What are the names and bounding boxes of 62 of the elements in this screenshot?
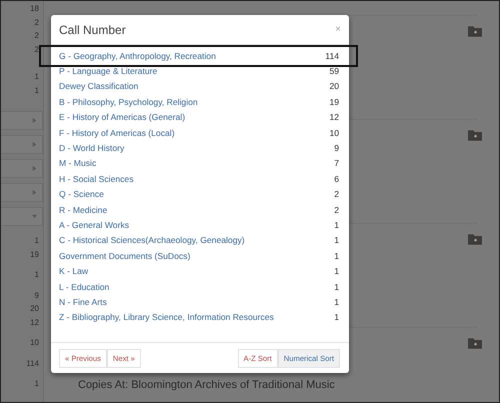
call-number-link[interactable]: A - General Works (59, 220, 130, 230)
result-count: 1 (334, 220, 339, 230)
result-count: 1 (334, 235, 339, 246)
result-count: 1 (334, 296, 339, 307)
result-count: 19 (329, 96, 339, 107)
facet-header[interactable] (1, 159, 43, 178)
result-count: 2 (334, 189, 339, 200)
call-number-link[interactable]: Q - Science (59, 189, 104, 200)
call-number-link[interactable]: Dewey Classification (59, 81, 138, 92)
folder-add-icon[interactable] (468, 337, 482, 349)
folder-add-icon[interactable] (468, 233, 482, 245)
facet-count: 20 (30, 303, 39, 315)
call-number-link[interactable]: C - Historical Sciences(Archaeology, Genealogy) (59, 235, 245, 246)
facet-count: 10 (30, 337, 39, 349)
facet-count: 19 (30, 248, 39, 260)
result-count: 7 (334, 158, 339, 168)
call-number-link[interactable]: K - Law (59, 266, 88, 276)
facet-count: 2 (34, 44, 39, 56)
facet-count: 2 (34, 16, 39, 28)
call-number-link[interactable]: N - Fine Arts (59, 296, 107, 307)
facet-count: 2 (34, 30, 39, 42)
facet-count: 1 (34, 71, 39, 83)
result-count: 2 (334, 204, 339, 215)
folder-add-icon[interactable] (468, 25, 482, 37)
facet-count: 1 (34, 378, 39, 390)
facet-header[interactable] (1, 135, 43, 154)
result-count: 12 (329, 112, 339, 122)
call-number-link[interactable]: H - Social Sciences (59, 174, 134, 184)
result-count: 6 (334, 174, 339, 184)
result-count: 1 (334, 282, 339, 292)
call-number-link[interactable]: Z - Bibliography, Library Science, Information Resources (59, 312, 274, 322)
facet-count: 114 (26, 358, 39, 370)
result-count: 20 (329, 81, 339, 92)
call-number-link[interactable]: R - Medicine (59, 204, 108, 215)
copies-location: Copies At: Bloomington Archives of Traditional Music (78, 379, 335, 391)
call-number-link[interactable]: B - Philosophy, Psychology, Religion (59, 96, 198, 107)
result-count: 59 (329, 66, 339, 76)
facet-count: 1 (34, 235, 39, 247)
call-number-link[interactable]: F - History of Americas (Local) (59, 128, 175, 138)
call-number-link[interactable]: M - Music (59, 158, 96, 168)
result-count: 114 (325, 50, 339, 61)
result-count: 10 (329, 128, 339, 138)
call-number-link[interactable]: G - Geography, Anthropology, Recreation (59, 50, 216, 61)
folder-add-icon[interactable] (468, 129, 482, 141)
facet-count: 18 (30, 3, 39, 15)
result-count: 9 (334, 143, 339, 154)
facet-count: 1 (34, 269, 39, 281)
call-number-link[interactable]: L - Education (59, 282, 110, 292)
result-count: 1 (334, 266, 339, 276)
facet-header[interactable] (1, 111, 43, 130)
facet-count: 1 (34, 84, 39, 96)
dialog-title: Call Number (59, 22, 126, 36)
call-number-link[interactable]: P - Language & Literature (59, 66, 158, 76)
facet-count: 9 (34, 290, 39, 302)
call-number-link[interactable]: D - World History (59, 143, 124, 154)
result-count: 1 (334, 312, 339, 322)
call-number-link[interactable]: Government Documents (SuDocs) (59, 250, 190, 261)
result-count: 1 (334, 250, 339, 261)
facet-header[interactable] (1, 183, 43, 202)
facet-count: 12 (30, 316, 39, 328)
facet-header[interactable] (1, 207, 43, 226)
call-number-link[interactable]: E - History of Americas (General) (59, 112, 186, 122)
